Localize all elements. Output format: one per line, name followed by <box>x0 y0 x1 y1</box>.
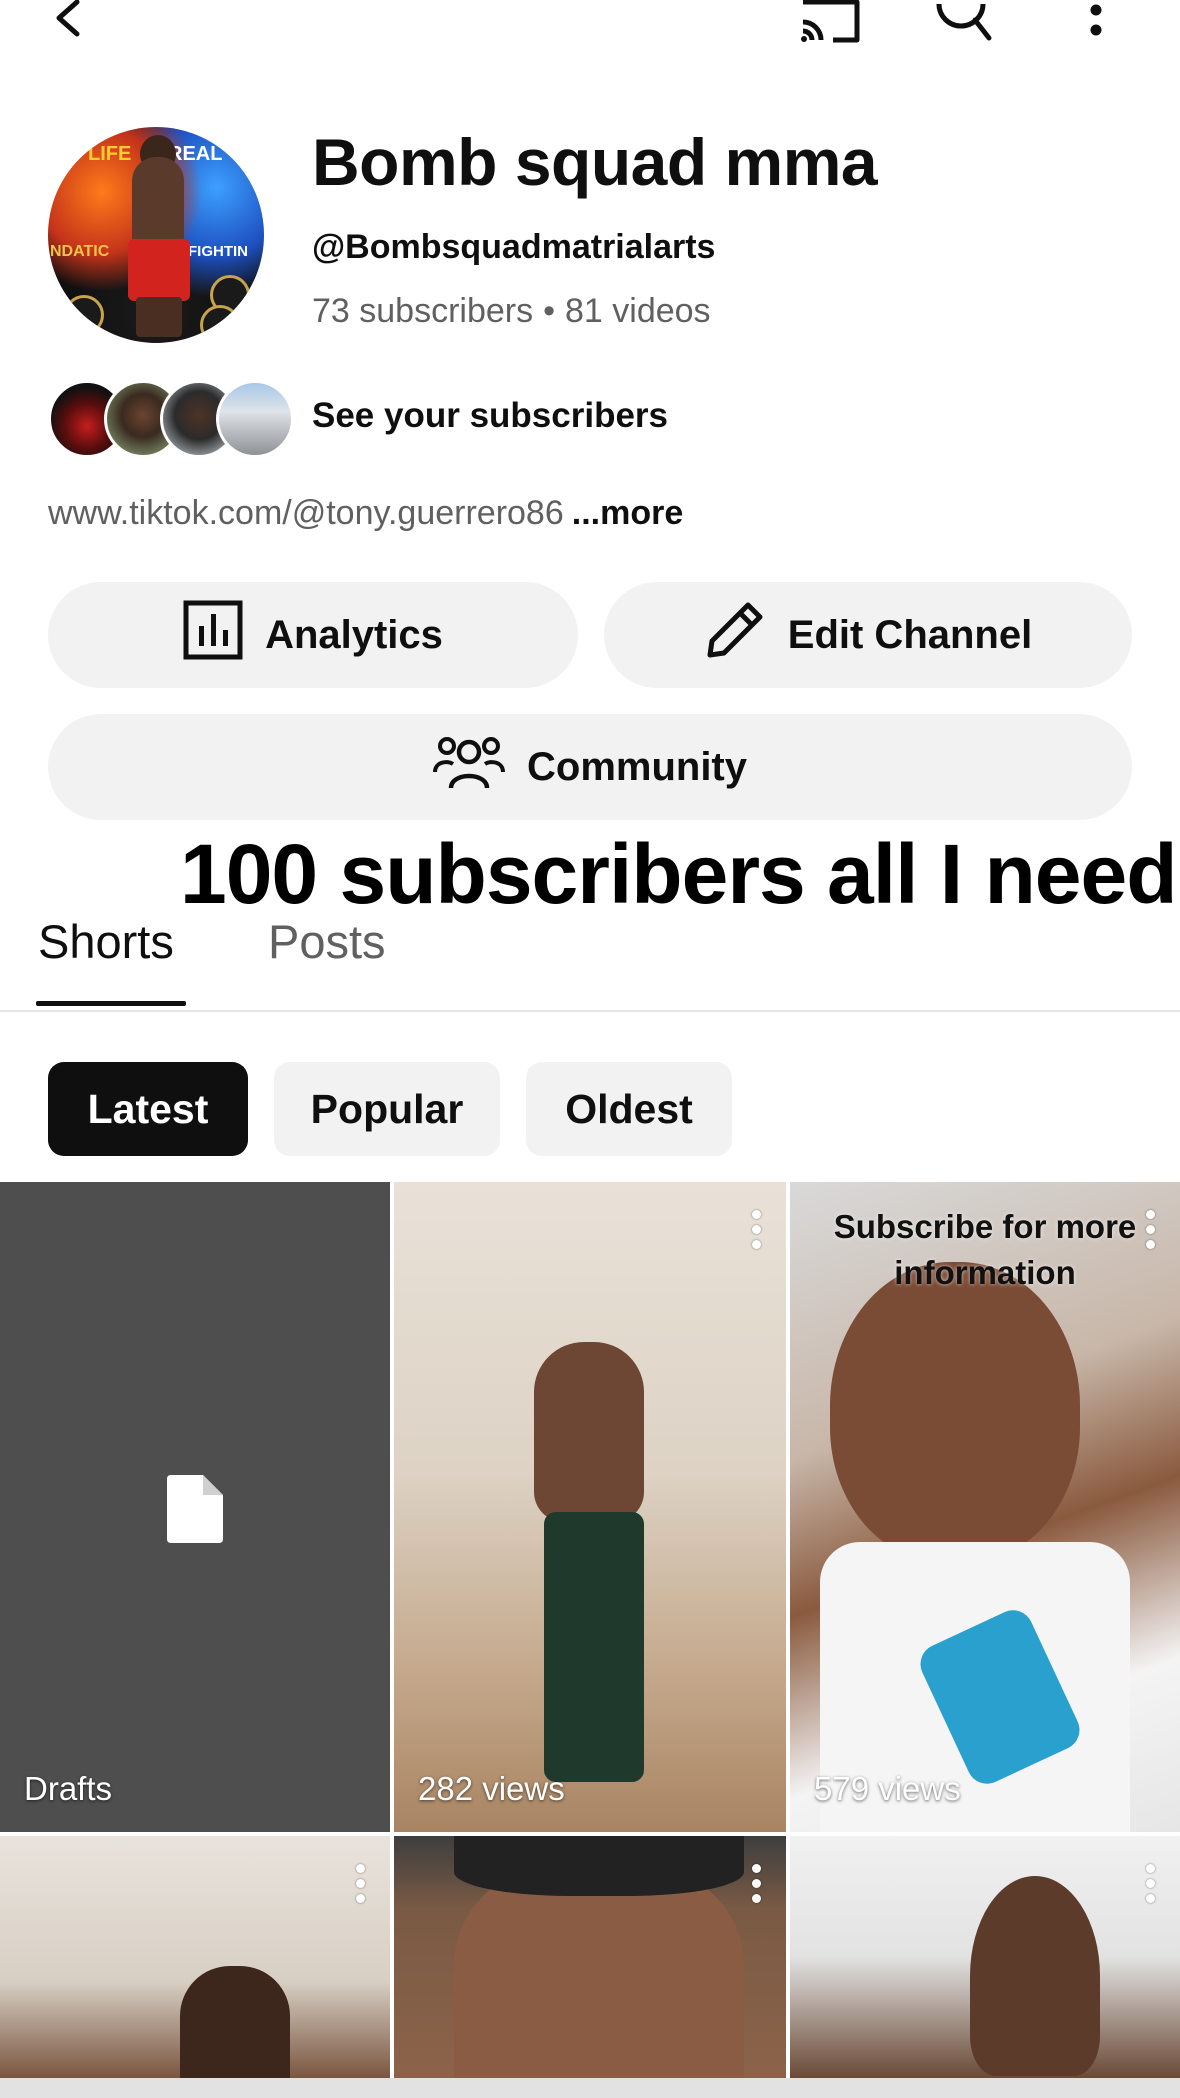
analytics-label: Analytics <box>265 612 443 657</box>
avatar-logo-text-left: LIFE <box>88 143 132 165</box>
channel-avatar[interactable]: LIFE REAL NDATIC FIGHTIN <box>48 127 264 343</box>
bottom-edge <box>0 2078 1180 2098</box>
community-label: Community <box>527 744 747 789</box>
see-subscribers-link[interactable]: See your subscribers <box>312 396 668 436</box>
subscriber-avatar <box>216 380 294 458</box>
thumbnail-person <box>830 1262 1080 1562</box>
top-bar <box>0 0 1180 60</box>
more-vertical-icon[interactable] <box>750 1210 762 1255</box>
short-thumbnail[interactable] <box>394 1836 786 2078</box>
chip-latest[interactable]: Latest <box>48 1062 248 1156</box>
thumbnail-person <box>180 1966 290 2078</box>
short-thumbnail[interactable]: Subscribe for more information 579 views <box>790 1182 1180 1832</box>
more-vertical-icon[interactable] <box>354 1864 366 1909</box>
edit-channel-label: Edit Channel <box>787 612 1033 657</box>
stats-separator: • <box>543 292 556 330</box>
channel-link-row[interactable]: www.tiktok.com/@tony.guerrero86 ...more <box>48 494 683 533</box>
drafts-tile[interactable]: Drafts <box>0 1182 390 1832</box>
avatar-logo-text-mid-right: FIGHTIN <box>188 243 248 260</box>
more-link[interactable]: ...more <box>572 494 683 532</box>
tab-divider <box>0 1010 1180 1012</box>
tab-shorts[interactable]: Shorts <box>38 914 174 969</box>
short-thumbnail[interactable] <box>790 1836 1180 2078</box>
avatar-figure-shorts <box>128 239 190 301</box>
analytics-button[interactable]: Analytics <box>48 582 578 688</box>
channel-stats: 73 subscribers • 81 videos <box>312 292 711 331</box>
channel-handle: @Bombsquadmatrialarts <box>312 228 716 266</box>
tab-posts[interactable]: Posts <box>268 914 386 969</box>
analytics-icon <box>183 600 243 670</box>
avatar-badge <box>200 305 240 343</box>
thumbnail-person <box>970 1876 1100 2076</box>
overlay-caption: 100 subscribers all I need <box>180 827 1178 921</box>
short-thumbnail[interactable]: 282 views <box>394 1182 786 1832</box>
more-vertical-icon[interactable] <box>1088 0 1104 40</box>
more-vertical-icon[interactable] <box>1144 1210 1156 1255</box>
search-icon[interactable] <box>930 0 996 46</box>
view-count: 282 views <box>418 1770 565 1807</box>
thumbnail-person <box>544 1512 644 1782</box>
view-count: 579 views <box>814 1770 961 1807</box>
more-vertical-icon[interactable] <box>750 1864 762 1909</box>
chip-oldest[interactable]: Oldest <box>526 1062 732 1156</box>
short-thumbnail[interactable] <box>0 1836 390 2078</box>
channel-title: Bomb squad mma <box>312 125 878 199</box>
pencil-icon <box>704 599 766 671</box>
chip-popular[interactable]: Popular <box>274 1062 500 1156</box>
avatar-figure-torso <box>132 157 184 247</box>
avatar-badge <box>64 295 104 335</box>
thumbnail-person <box>534 1342 644 1522</box>
document-icon <box>167 1475 223 1548</box>
thumbnail-caption: Subscribe for more information <box>833 1208 1137 1291</box>
community-button[interactable]: Community <box>48 714 1132 820</box>
active-tab-indicator <box>36 1001 186 1006</box>
avatar-figure-legs <box>136 297 182 337</box>
thumbnail-hair <box>454 1836 744 1896</box>
more-vertical-icon[interactable] <box>1144 1864 1156 1909</box>
back-icon[interactable] <box>44 0 94 40</box>
edit-channel-button[interactable]: Edit Channel <box>604 582 1132 688</box>
video-count: 81 videos <box>565 292 711 330</box>
community-icon <box>433 732 505 802</box>
avatar-logo-text-mid-left: NDATIC <box>50 243 110 260</box>
drafts-label: Drafts <box>24 1770 113 1807</box>
channel-link-url[interactable]: www.tiktok.com/@tony.guerrero86 <box>48 494 564 532</box>
subscriber-avatars[interactable] <box>48 380 294 458</box>
subscriber-count: 73 subscribers <box>312 292 534 330</box>
cast-icon[interactable] <box>796 0 866 44</box>
